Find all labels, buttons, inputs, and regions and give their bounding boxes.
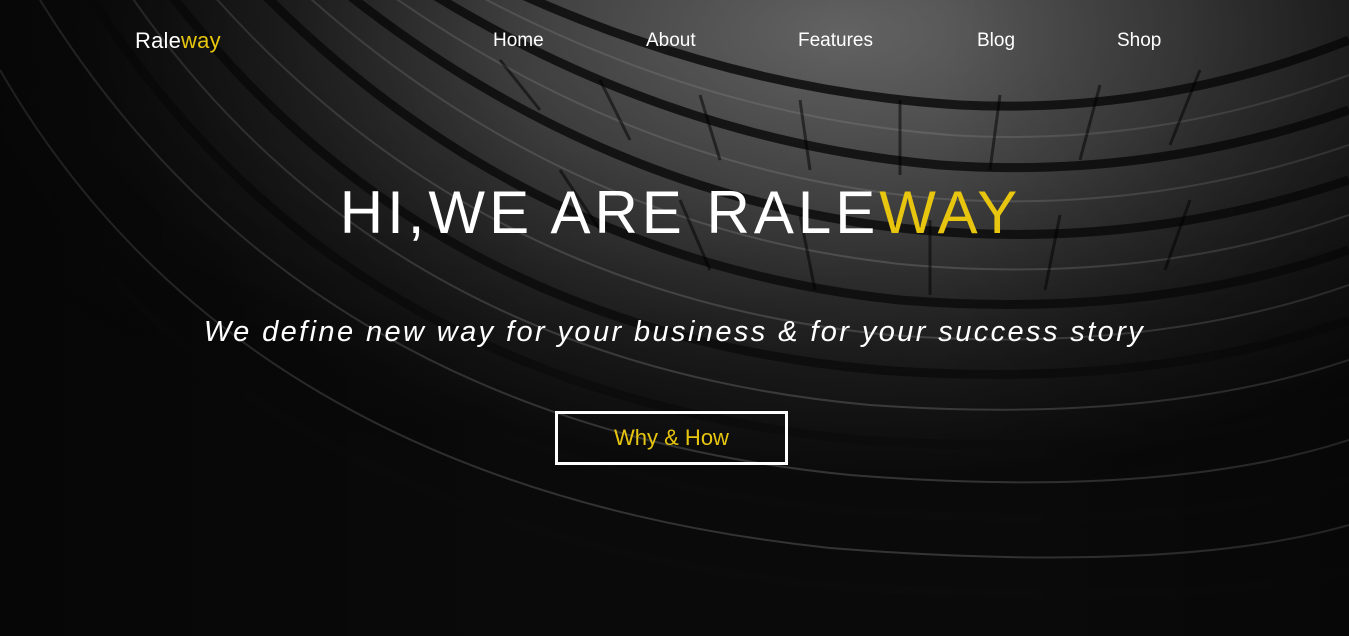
nav-link-about[interactable]: About [646, 30, 696, 52]
brand-logo-part1: Rale [135, 28, 182, 53]
hero-subheadline: We define new way for your business & fo… [203, 316, 1146, 348]
nav-link-shop[interactable]: Shop [1117, 30, 1161, 52]
hero-headline-main: HI,WE ARE RALE [339, 179, 880, 246]
nav-link-home[interactable]: Home [493, 30, 544, 52]
brand-logo[interactable]: Raleway [135, 28, 221, 54]
hero-section: Raleway Home About Features Blog Shop HI… [0, 0, 1349, 636]
nav-link-blog[interactable]: Blog [977, 30, 1015, 52]
hero-headline: HI,WE ARE RALEWAY [0, 178, 1349, 247]
brand-logo-part2: way [181, 28, 221, 53]
why-how-button[interactable]: Why & How [555, 411, 788, 465]
hero-headline-accent: WAY [879, 179, 1022, 246]
nav-link-features[interactable]: Features [798, 30, 873, 52]
